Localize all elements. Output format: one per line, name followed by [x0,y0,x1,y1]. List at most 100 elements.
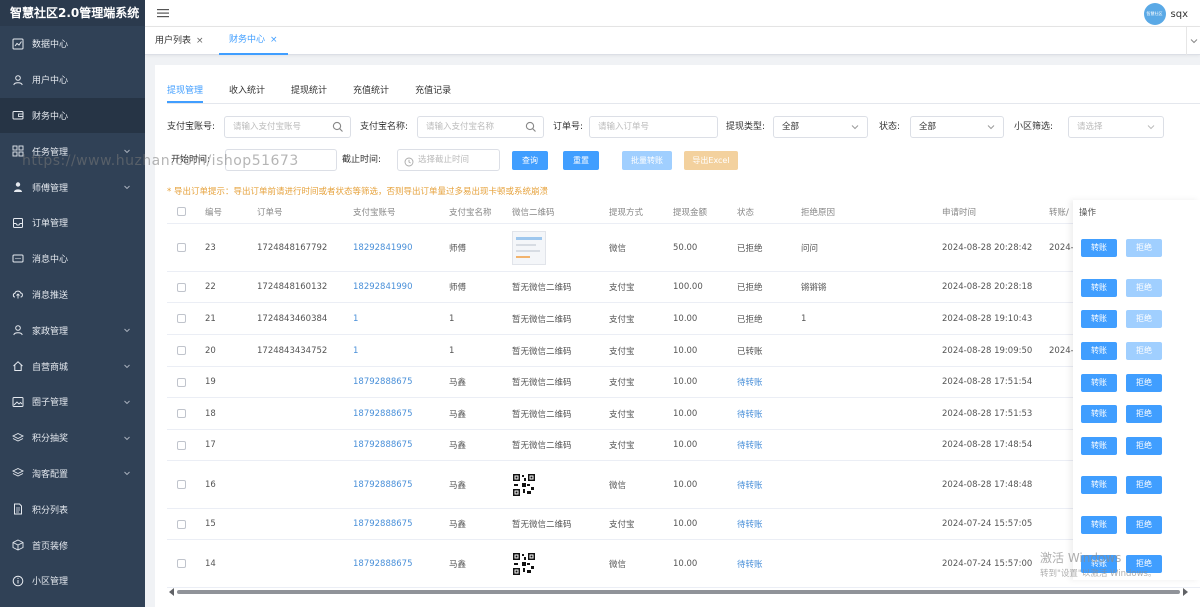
cell-qr[interactable]: 暂无微信二维码 [512,335,572,366]
checkbox[interactable] [177,243,186,252]
cell-account[interactable]: 18792888675 [353,509,413,539]
sidebar-item[interactable]: 小区管理 [0,563,145,599]
sub-tab[interactable]: 提现管理 [167,83,204,103]
cell-qr[interactable]: 暂无微信二维码 [512,430,572,460]
checkbox[interactable] [177,346,186,355]
sidebar-item[interactable]: 积分抽奖 [0,420,145,456]
transfer-button[interactable]: 转账 [1081,239,1117,257]
sidebar-item[interactable]: 师傅管理 [0,169,145,205]
sidebar-item[interactable]: 消息中心 [0,241,145,277]
export-excel-button[interactable]: 导出Excel [684,151,738,170]
checkbox-cell[interactable] [177,540,186,587]
withdraw-type-select[interactable]: 全部 [773,116,868,138]
sidebar-item[interactable]: 淘客配置 [0,456,145,492]
header-checkbox-cell[interactable] [177,200,186,223]
avatar[interactable]: 智慧社区 [1143,3,1166,25]
reject-button[interactable]: 拒绝 [1126,436,1162,455]
reject-button[interactable]: 拒绝 [1126,278,1162,297]
cell-account[interactable]: 1 [353,303,358,334]
batch-transfer-button[interactable]: 批量转账 [622,151,672,170]
reject-button[interactable]: 拒绝 [1126,342,1162,360]
tag-user-list[interactable]: 用户列表 × [145,27,214,55]
reject-button[interactable]: 拒绝 [1126,405,1162,423]
transfer-button[interactable]: 转账 [1081,436,1117,455]
user-menu[interactable]: 智慧社区 sqx [1143,3,1188,25]
close-icon[interactable]: × [270,26,278,54]
checkbox[interactable] [177,314,186,323]
reject-button[interactable]: 拒绝 [1126,373,1162,392]
checkbox-cell[interactable] [177,272,186,302]
sub-tab[interactable]: 收入统计 [229,83,265,103]
search-icon[interactable] [525,121,537,133]
sub-tab[interactable]: 充值统计 [353,83,389,103]
end-time-picker[interactable]: 选择截止时间 [397,149,500,171]
qr-code-image[interactable] [512,551,536,576]
cell-qr[interactable]: 暂无微信二维码 [512,367,572,397]
close-icon[interactable]: × [196,27,204,55]
qr-thumbnail[interactable] [512,230,546,265]
cell-qr[interactable]: 暂无微信二维码 [512,398,572,429]
transfer-button[interactable]: 转账 [1081,342,1117,360]
sidebar-item[interactable]: 自营商城 [0,348,145,384]
search-button[interactable]: 查询 [512,151,548,170]
cell-qr[interactable] [512,461,536,508]
scroll-right-arrow[interactable] [1183,588,1188,596]
alipay-account-input[interactable]: 请输入支付宝账号 [224,116,351,138]
checkbox[interactable] [177,409,186,418]
cell-qr[interactable]: 暂无微信二维码 [512,509,572,539]
checkbox-cell[interactable] [177,335,186,366]
sub-tab[interactable]: 提现统计 [291,83,327,103]
checkbox[interactable] [177,377,186,387]
sub-tab[interactable]: 充值记录 [415,83,451,103]
tag-finance-center[interactable]: 财务中心 × [219,27,288,55]
checkbox-cell[interactable] [177,461,186,508]
transfer-button[interactable]: 转账 [1081,278,1117,297]
sidebar-item[interactable]: 数据中心 [0,26,145,62]
checkbox-cell[interactable] [177,509,186,539]
scroll-left-arrow[interactable] [169,588,174,596]
checkbox-cell[interactable] [177,430,186,460]
cell-account[interactable]: 1 [353,335,358,366]
horizontal-scrollbar[interactable] [155,587,1200,597]
checkbox[interactable] [177,440,186,450]
cell-account[interactable]: 18792888675 [353,367,413,397]
sidebar-item[interactable]: 积分列表 [0,491,145,527]
sidebar-item[interactable]: 圈子管理 [0,384,145,420]
cell-qr[interactable] [512,224,546,271]
transfer-button[interactable]: 转账 [1081,476,1117,494]
sidebar-item[interactable]: 首页装修 [0,527,145,563]
sidebar-item[interactable]: 消息推送 [0,277,145,313]
hamburger-icon[interactable] [157,7,169,19]
cell-account[interactable]: 18292841990 [353,224,413,271]
transfer-button[interactable]: 转账 [1081,405,1117,423]
checkbox[interactable] [177,559,186,568]
tags-dropdown-button[interactable] [1186,27,1200,55]
order-no-input[interactable]: 请输入订单号 [589,116,718,138]
sidebar-item[interactable]: 财务中心 [0,97,145,134]
scrollbar-thumb[interactable] [177,590,1180,594]
cell-account[interactable]: 18792888675 [353,540,413,587]
reject-button[interactable]: 拒绝 [1126,310,1162,328]
reset-button[interactable]: 重置 [563,151,599,170]
sidebar-item[interactable]: 家政管理 [0,312,145,348]
cell-account[interactable]: 18792888675 [353,461,413,508]
checkbox[interactable] [177,480,186,489]
username[interactable]: sqx [1171,9,1188,20]
search-icon[interactable] [332,121,344,133]
transfer-button[interactable]: 转账 [1081,515,1117,534]
checkbox[interactable] [177,207,186,216]
cell-qr[interactable]: 暂无微信二维码 [512,272,572,302]
checkbox-cell[interactable] [177,224,186,271]
qr-code-image[interactable] [512,472,536,497]
alipay-name-input[interactable]: 请输入支付宝名称 [417,116,544,138]
cell-qr[interactable] [512,540,536,587]
sidebar-item[interactable]: 订单管理 [0,205,145,241]
reject-button[interactable]: 拒绝 [1126,515,1162,534]
status-select[interactable]: 全部 [910,116,1004,138]
checkbox-cell[interactable] [177,367,186,397]
sidebar-item[interactable]: 用户中心 [0,62,145,98]
transfer-button[interactable]: 转账 [1081,373,1117,392]
cell-account[interactable]: 18292841990 [353,272,413,302]
transfer-button[interactable]: 转账 [1081,310,1117,328]
cell-qr[interactable]: 暂无微信二维码 [512,303,572,334]
